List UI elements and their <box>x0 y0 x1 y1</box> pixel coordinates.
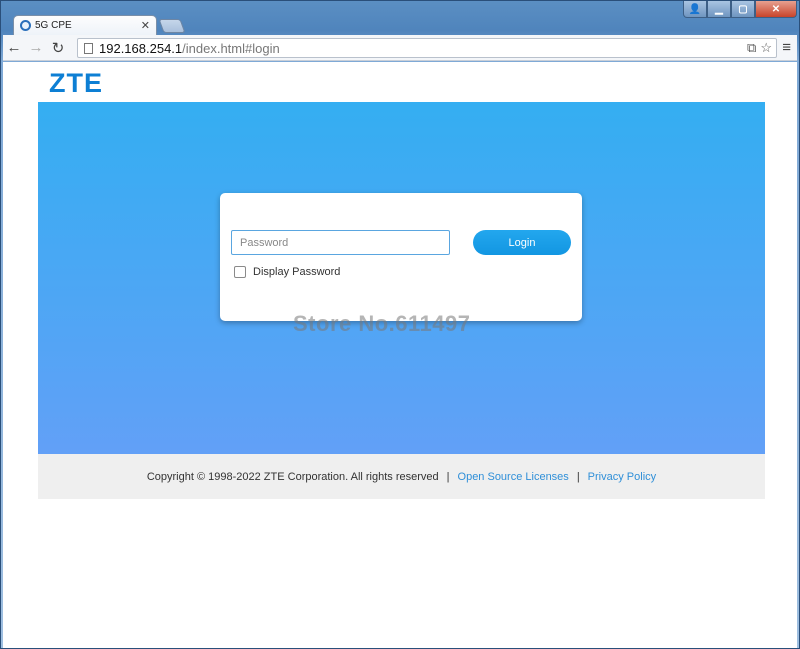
window-controls: 👤 ▁ ▢ ✕ <box>683 1 797 18</box>
login-button[interactable]: Login <box>473 230 571 255</box>
display-password-option[interactable]: Display Password <box>234 266 340 278</box>
forward-arrow-icon[interactable]: → <box>25 37 47 59</box>
omnibox-actions: ⧉ ☆ <box>747 40 772 56</box>
address-bar[interactable]: 192.168.254.1/index.html#login ⧉ ☆ <box>77 38 777 58</box>
display-password-checkbox[interactable] <box>234 266 246 278</box>
login-card: Login Display Password <box>220 193 582 321</box>
footer-separator: | <box>446 470 450 483</box>
browser-tab[interactable]: 5G CPE ✕ <box>13 15 157 35</box>
url-host: 192.168.254.1 <box>99 40 183 56</box>
menu-icon[interactable]: ≡ <box>782 39 791 56</box>
maximize-button[interactable]: ▢ <box>731 1 755 18</box>
login-banner: Login Display Password Store No.611497 <box>38 102 765 454</box>
watermark-text: Store No.611497 <box>293 311 471 336</box>
new-tab-button[interactable] <box>158 19 186 33</box>
browser-window: 5G CPE ✕ 👤 ▁ ▢ ✕ ← → ↻ 192.168.254.1/ind… <box>0 0 800 649</box>
password-input[interactable] <box>231 230 450 255</box>
back-arrow-icon[interactable]: ← <box>3 37 25 59</box>
favicon-icon <box>20 20 31 31</box>
footer: Copyright © 1998-2022 ZTE Corporation. A… <box>38 454 765 499</box>
open-source-licenses-link[interactable]: Open Source Licenses <box>458 471 569 483</box>
bookmark-star-icon[interactable]: ☆ <box>760 40 772 56</box>
browser-toolbar: ← → ↻ 192.168.254.1/index.html#login ⧉ ☆… <box>3 35 797 61</box>
close-window-button[interactable]: ✕ <box>755 1 797 18</box>
url-path: /index.html#login <box>182 40 280 56</box>
reload-icon[interactable]: ↻ <box>47 37 69 59</box>
footer-separator: | <box>576 470 580 483</box>
user-icon[interactable]: 👤 <box>683 1 707 18</box>
tab-close-icon[interactable]: ✕ <box>141 19 150 32</box>
tab-title: 5G CPE <box>35 20 72 31</box>
zte-logo: ZTE <box>49 68 103 98</box>
page-viewport: ZTE Login Display Password Store No.6114… <box>3 62 797 648</box>
copyright-text: Copyright © 1998-2022 ZTE Corporation. A… <box>146 470 439 483</box>
translate-icon[interactable]: ⧉ <box>747 40 756 56</box>
page-icon <box>84 42 93 54</box>
privacy-policy-link[interactable]: Privacy Policy <box>588 471 656 483</box>
title-bar: 5G CPE ✕ 👤 ▁ ▢ ✕ <box>1 1 800 35</box>
display-password-label: Display Password <box>253 266 341 278</box>
minimize-button[interactable]: ▁ <box>707 1 731 18</box>
